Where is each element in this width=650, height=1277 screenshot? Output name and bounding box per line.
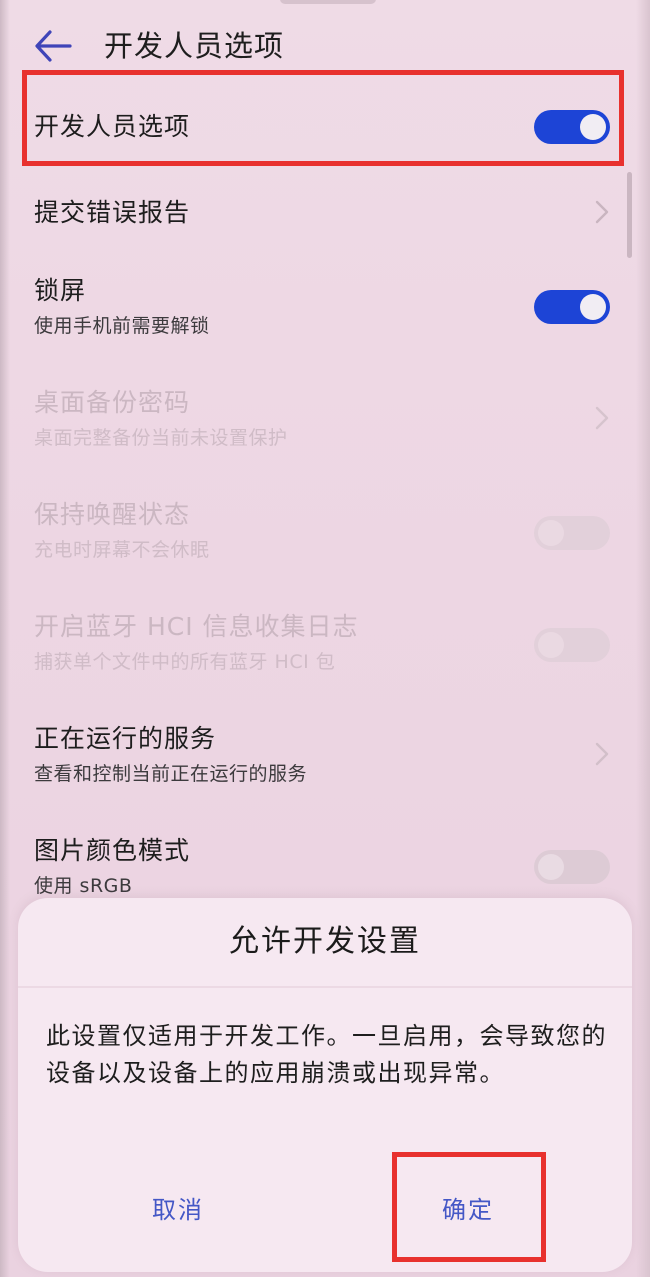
setting-subtitle: 查看和控制当前正在运行的服务 bbox=[34, 763, 308, 785]
setting-title: 正在运行的服务 bbox=[34, 724, 217, 753]
bluetooth-hci-log-toggle[interactable] bbox=[534, 628, 610, 662]
setting-subtitle: 使用 sRGB bbox=[34, 875, 133, 897]
setting-subtitle: 桌面完整备份当前未设置保护 bbox=[34, 427, 288, 449]
scrollbar[interactable] bbox=[627, 172, 632, 258]
setting-subtitle: 使用手机前需要解锁 bbox=[34, 315, 210, 337]
screen: 开发人员选项 开发人员选项 提交错误报告 锁屏 使用手机前需要解锁 桌面备份密码… bbox=[0, 0, 650, 1277]
picture-color-mode-toggle[interactable] bbox=[534, 850, 610, 884]
setting-running-services[interactable]: 正在运行的服务 查看和控制当前正在运行的服务 bbox=[34, 722, 624, 794]
chevron-right-icon bbox=[595, 742, 609, 766]
annotation-highlight-developer-options bbox=[22, 70, 624, 166]
setting-bluetooth-hci-log[interactable]: 开启蓝牙 HCI 信息收集日志 捕获单个文件中的所有蓝牙 HCI 包 bbox=[34, 610, 624, 682]
setting-submit-bug-report[interactable]: 提交错误报告 bbox=[34, 196, 624, 236]
toggle-knob bbox=[580, 294, 606, 320]
toggle-knob bbox=[538, 520, 564, 546]
setting-stay-awake[interactable]: 保持唤醒状态 充电时屏幕不会休眠 bbox=[34, 498, 624, 570]
toggle-knob bbox=[538, 632, 564, 658]
chevron-right-icon bbox=[595, 406, 609, 430]
cancel-button[interactable]: 取消 bbox=[118, 1182, 238, 1238]
dialog-title: 允许开发设置 bbox=[229, 924, 421, 959]
dialog-divider bbox=[18, 986, 632, 988]
dialog-message: 此设置仅适用于开发工作。一旦启用，会导致您的设备以及设备上的应用崩溃或出现异常。 bbox=[46, 1022, 607, 1087]
chevron-right-icon bbox=[595, 200, 609, 224]
screen-lock-toggle[interactable] bbox=[534, 290, 610, 324]
setting-title: 桌面备份密码 bbox=[34, 388, 191, 417]
toggle-knob bbox=[538, 854, 564, 880]
setting-title: 提交错误报告 bbox=[34, 198, 191, 227]
annotation-highlight-confirm bbox=[392, 1152, 546, 1262]
setting-desktop-backup-password[interactable]: 桌面备份密码 桌面完整备份当前未设置保护 bbox=[34, 386, 624, 458]
stay-awake-toggle[interactable] bbox=[534, 516, 610, 550]
setting-picture-color-mode[interactable]: 图片颜色模式 使用 sRGB bbox=[34, 834, 624, 906]
setting-screen-lock[interactable]: 锁屏 使用手机前需要解锁 bbox=[34, 274, 624, 346]
